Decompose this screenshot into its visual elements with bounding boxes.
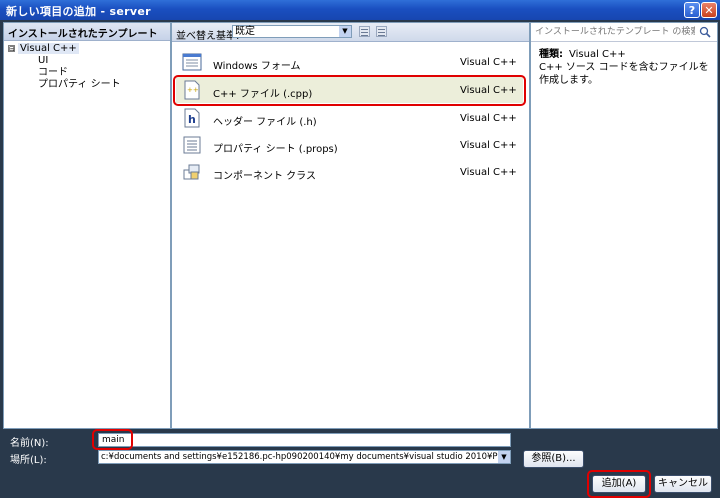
template-name: プロパティ シート (.props) [213,144,338,155]
add-new-item-dialog: 新しい項目の追加 - server ? ✕ インストールされたテンプレート ⊟ V… [0,0,720,498]
close-button[interactable]: ✕ [701,2,717,18]
template-item-windows-form[interactable]: Windows フォーム Visual C++ [176,49,523,75]
browse-button[interactable]: 参照(B)... [523,450,584,468]
search-bar [531,23,717,42]
window-title: 新しい項目の追加 - server [6,5,151,18]
type-value: Visual C++ [569,49,626,60]
location-value: c:¥documents and settings¥e152186.pc-hp0… [101,452,511,462]
chevron-down-icon[interactable]: ▼ [498,451,510,463]
title-bar: 新しい項目の追加 - server ? ✕ [0,0,720,20]
windows-form-icon [182,53,202,71]
template-language: Visual C++ [460,57,517,68]
template-description: 種類: Visual C++ C++ ソース コードを含むファイルを作成します。 [531,42,717,93]
detail-view-icon[interactable] [376,26,387,37]
template-language: Visual C++ [460,167,517,178]
tree-item-code[interactable]: コード [8,67,170,79]
template-info-panel: 種類: Visual C++ C++ ソース コードを含むファイルを作成します。 [530,22,718,429]
search-input[interactable] [535,26,695,38]
collapse-icon[interactable]: ⊟ [8,44,15,52]
help-button[interactable]: ? [684,2,700,18]
name-highlight [92,429,133,450]
installed-templates-header: インストールされたテンプレート [4,23,170,41]
property-sheet-icon [183,136,201,154]
name-label: 名前(N): [10,438,49,449]
list-view-icon[interactable] [359,26,370,37]
name-field[interactable]: main [98,433,511,447]
sort-label: 並べ替え基準: [176,31,240,42]
sort-toolbar: 並べ替え基準: 既定 ▼ [172,23,529,42]
type-key: 種類: [539,49,563,60]
installed-templates-panel: インストールされたテンプレート ⊟ Visual C++ UI コード プロパティ… [3,22,171,429]
add-highlight [587,470,651,498]
component-class-icon [183,164,200,180]
template-name: ヘッダー ファイル (.h) [213,117,317,128]
header-file-icon: h [184,108,200,128]
template-name: コンポーネント クラス [213,171,316,182]
chevron-down-icon[interactable]: ▼ [339,26,351,37]
tree-item-visual-cpp[interactable]: ⊟ Visual C++ [8,43,170,55]
sort-value: 既定 [235,26,255,37]
location-select[interactable]: c:¥documents and settings¥e152186.pc-hp0… [98,450,511,464]
search-icon[interactable] [699,26,711,38]
template-language: Visual C++ [460,113,517,124]
svg-text:h: h [188,113,196,126]
template-item-property-sheet[interactable]: プロパティ シート (.props) Visual C++ [176,132,523,158]
template-list-panel: 並べ替え基準: 既定 ▼ Windows フォーム Visual C++ ++ … [171,22,530,429]
template-item-component-class[interactable]: コンポーネント クラス Visual C++ [176,159,523,185]
template-item-header-file[interactable]: h ヘッダー ファイル (.h) Visual C++ [176,105,523,131]
selection-highlight [173,75,526,106]
cancel-button[interactable]: キャンセル [654,475,712,493]
template-tree: ⊟ Visual C++ UI コード プロパティ シート [4,41,170,91]
tree-item-property-sheet[interactable]: プロパティ シート [8,79,170,91]
template-language: Visual C++ [460,140,517,151]
tree-item-label: Visual C++ [18,43,79,54]
location-label: 場所(L): [10,455,47,466]
template-name: Windows フォーム [213,61,301,72]
sort-select[interactable]: 既定 ▼ [232,25,352,38]
description-text: C++ ソース コードを含むファイルを作成します。 [539,62,709,86]
tree-item-ui[interactable]: UI [8,55,170,67]
